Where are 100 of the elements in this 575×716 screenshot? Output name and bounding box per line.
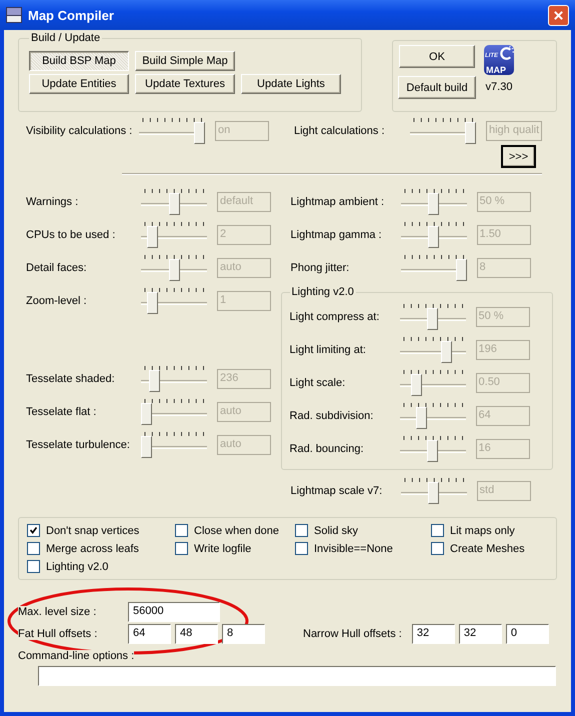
slider-track[interactable] (400, 340, 466, 362)
setting-label: Tesselate turbulence: (26, 438, 131, 450)
input-field[interactable]: 8 (222, 624, 265, 644)
checkbox[interactable] (295, 542, 308, 555)
slider-thumb[interactable] (410, 374, 422, 396)
checkbox[interactable] (431, 542, 444, 555)
slider-thumb[interactable] (149, 370, 160, 392)
field-label: Fat Hull offsets : (18, 628, 98, 640)
setting-label: Lightmap scale v7: (290, 484, 384, 496)
slider-thumb[interactable] (465, 122, 476, 144)
checkbox[interactable] (295, 524, 308, 537)
build-button[interactable]: Build Simple Map (135, 51, 235, 71)
slider-track[interactable] (141, 436, 207, 458)
value-field: auto (217, 402, 271, 422)
setting-label: Light calculations : (294, 125, 386, 137)
app-icon (6, 7, 22, 23)
slider-track[interactable] (400, 440, 466, 462)
close-icon (553, 10, 564, 20)
slider-thumb[interactable] (428, 226, 440, 248)
update-button[interactable]: Update Textures (135, 74, 235, 94)
slider-thumb[interactable] (416, 406, 428, 428)
slider-track[interactable] (410, 122, 476, 144)
slider-track[interactable] (139, 122, 205, 144)
slider-thumb[interactable] (428, 192, 440, 214)
input-field[interactable]: 32 (412, 624, 455, 644)
slider-track[interactable] (400, 482, 467, 504)
input-field[interactable]: 48 (175, 624, 218, 644)
checkbox[interactable] (175, 542, 188, 555)
checkbox-label: Invisible==None (314, 542, 393, 554)
slider-thumb[interactable] (428, 482, 440, 504)
slider-track[interactable] (400, 308, 466, 330)
build-button[interactable]: Build BSP Map (29, 51, 129, 71)
slider-track[interactable] (141, 292, 207, 314)
slider-thumb[interactable] (194, 122, 205, 144)
slider-thumb[interactable] (141, 436, 152, 458)
slider-track[interactable] (400, 226, 467, 248)
slider-track[interactable] (400, 258, 467, 280)
slider-track[interactable] (141, 258, 207, 280)
slider-track[interactable] (400, 374, 466, 396)
field-label: Max. level size : (18, 606, 96, 618)
field-label: Narrow Hull offsets : (303, 628, 402, 640)
setting-label: Zoom-level : (26, 294, 88, 306)
input-field[interactable]: 56000 (128, 602, 220, 622)
slider-thumb[interactable] (427, 308, 438, 330)
version-label: v7.30 (486, 81, 512, 93)
update-button[interactable]: Update Entities (29, 74, 129, 94)
checkbox[interactable] (27, 542, 40, 555)
slider-track[interactable] (141, 370, 207, 392)
expand-button[interactable]: >>> (502, 146, 535, 167)
setting-label: Tesselate flat : (26, 406, 98, 418)
slider-thumb[interactable] (440, 340, 452, 362)
slider-track[interactable] (141, 402, 207, 424)
setting-label: Lightmap ambient : (290, 196, 386, 208)
value-field: 0.50 (476, 372, 530, 392)
value-field: 1.50 (476, 224, 531, 244)
checkbox[interactable] (431, 524, 444, 537)
slider-thumb[interactable] (146, 292, 158, 314)
setting-label: Rad. bouncing: (290, 442, 365, 454)
checkbox-label: Create Meshes (450, 542, 525, 554)
setting-label: Light compress at: (290, 310, 380, 322)
checkbox-label: Lit maps only (450, 524, 515, 536)
value-field: 196 (476, 340, 530, 360)
setting-label: Light scale: (290, 376, 346, 388)
checkbox-label: Lighting v2.0 (46, 560, 108, 572)
checkbox[interactable] (27, 560, 40, 573)
value-field: 64 (476, 406, 530, 426)
checkbox-label: Write logfile (194, 542, 252, 554)
value-field: 8 (476, 258, 531, 278)
value-field: 50 % (476, 192, 531, 212)
update-button[interactable]: Update Lights (241, 74, 341, 94)
slider-track[interactable] (141, 192, 207, 214)
setting-label: Light limiting at: (290, 344, 367, 356)
input-field[interactable]: 32 (458, 624, 502, 644)
setting-label: Lightmap gamma : (290, 228, 383, 240)
slider-thumb[interactable] (168, 192, 180, 214)
setting-label: Tesselate shaded: (26, 372, 116, 384)
slider-thumb[interactable] (427, 440, 438, 462)
slider-track[interactable] (400, 406, 466, 428)
setting-label: Visibility calculations : (26, 125, 134, 137)
input-field[interactable]: 64 (128, 624, 171, 644)
value-field: high qualit (486, 121, 542, 141)
setting-label: Rad. subdivision: (290, 410, 374, 422)
default-build-button[interactable]: Default build (398, 76, 476, 99)
slider-thumb[interactable] (456, 258, 467, 280)
setting-label: Phong jitter: (290, 262, 350, 274)
slider-thumb[interactable] (168, 258, 180, 280)
value-field: 50 % (476, 306, 530, 326)
slider-thumb[interactable] (141, 402, 152, 424)
ok-button[interactable]: OK (399, 45, 475, 68)
group-title: Lighting v2.0 (290, 286, 355, 298)
checkbox[interactable] (27, 524, 40, 537)
input-field[interactable]: 0 (506, 624, 549, 644)
input-field[interactable] (38, 666, 556, 686)
setting-label: CPUs to be used : (26, 228, 116, 240)
slider-track[interactable] (141, 226, 207, 248)
group-title: Build / Update (30, 32, 102, 44)
slider-track[interactable] (400, 192, 467, 214)
slider-thumb[interactable] (146, 226, 158, 248)
close-button[interactable] (548, 4, 569, 26)
checkbox[interactable] (175, 524, 188, 537)
